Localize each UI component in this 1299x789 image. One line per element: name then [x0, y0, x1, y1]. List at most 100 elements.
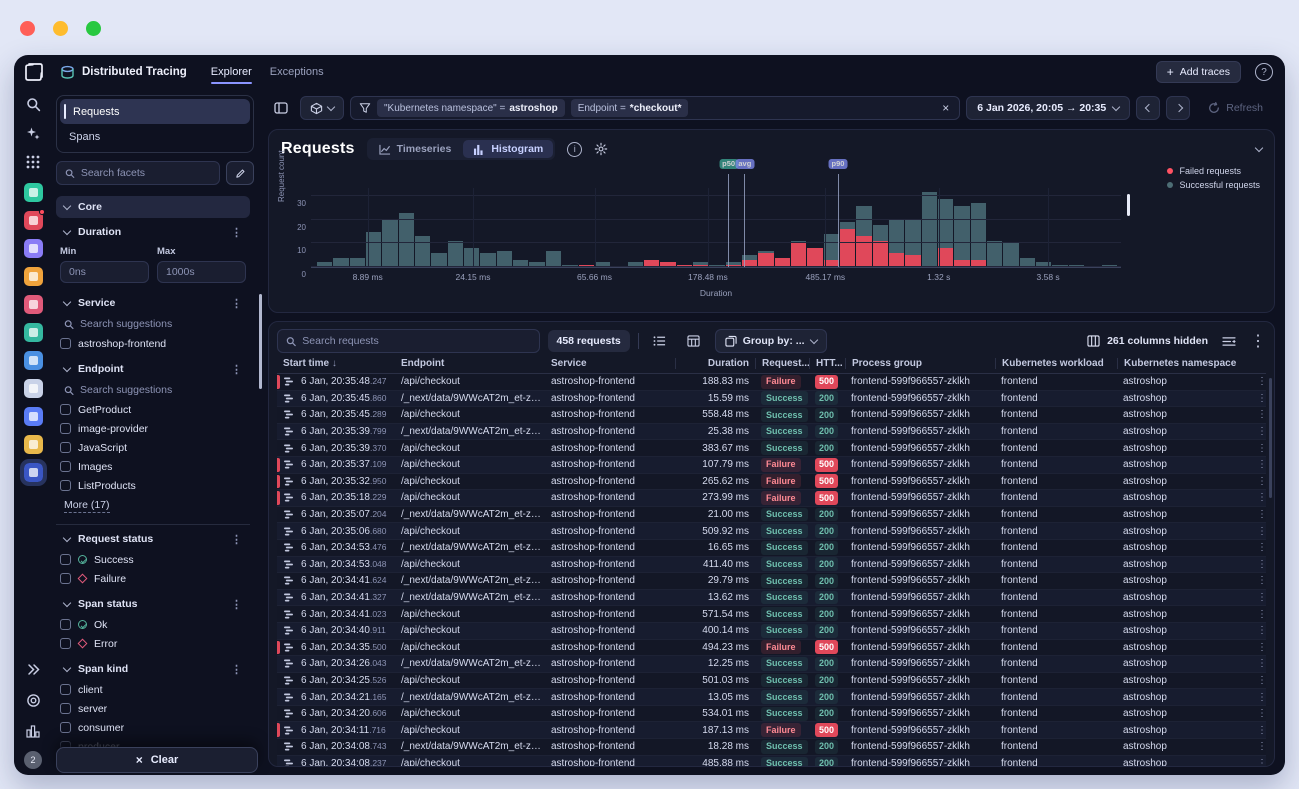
histogram-bar[interactable] — [448, 241, 463, 267]
row-menu-icon[interactable]: ⋮ — [1257, 658, 1266, 669]
table-row[interactable]: 6 Jan, 20:34:20.606/api/checkoutastrosho… — [277, 706, 1266, 723]
row-menu-icon[interactable]: ⋮ — [1257, 741, 1266, 752]
histogram-bar[interactable] — [480, 253, 495, 267]
help-icon[interactable]: ? — [1255, 63, 1273, 81]
percentile-marker-p50[interactable]: p50 — [728, 174, 729, 267]
table-row[interactable]: 6 Jan, 20:34:41.327/_next/data/9WWcAT2m_… — [277, 590, 1266, 607]
facet-section-core[interactable]: Core — [56, 196, 250, 218]
close-window-button[interactable] — [20, 21, 35, 36]
row-menu-icon[interactable]: ⋮ — [1257, 426, 1266, 437]
duration-max-input[interactable]: 1000s — [157, 261, 246, 283]
facet-section-endpoint[interactable]: Endpoint⋮ — [56, 358, 250, 380]
section-menu-icon[interactable]: ⋮ — [231, 598, 242, 611]
ai-sparkle-icon[interactable] — [22, 122, 44, 144]
entity-scope-dropdown[interactable] — [300, 96, 344, 120]
toggle-sidebar-icon[interactable] — [268, 96, 294, 120]
app-icon-kubernetes[interactable] — [24, 323, 43, 342]
tab-explorer[interactable]: Explorer — [211, 55, 252, 89]
support-icon[interactable] — [22, 689, 44, 711]
section-menu-icon[interactable]: ⋮ — [231, 297, 242, 310]
app-icon-blue-cube[interactable] — [24, 407, 43, 426]
maximize-window-button[interactable] — [86, 21, 101, 36]
row-menu-icon[interactable]: ⋮ — [1257, 559, 1266, 570]
endpoint-option-listproducts[interactable]: ListProducts — [60, 476, 246, 495]
row-menu-icon[interactable]: ⋮ — [1257, 575, 1266, 586]
percentile-marker-avg[interactable]: avg — [744, 174, 745, 267]
histogram-bar[interactable] — [497, 251, 512, 267]
histogram-bar[interactable] — [415, 236, 430, 267]
app-icon-pink[interactable] — [24, 295, 43, 314]
table-row[interactable]: 6 Jan, 20:34:21.165/_next/data/9WWcAT2m_… — [277, 689, 1266, 706]
table-search-field[interactable] — [302, 335, 530, 347]
endpoint-option-javascript[interactable]: JavaScript — [60, 438, 246, 457]
tab-histogram[interactable]: Histogram — [463, 140, 553, 158]
timeframe-selector[interactable]: 6 Jan 2026, 20:05 → 20:35 — [966, 96, 1130, 120]
row-density-icon[interactable] — [1216, 329, 1242, 353]
expand-rail-icon[interactable] — [22, 658, 44, 680]
more-endpoints-link[interactable]: More (17) — [64, 499, 110, 513]
histogram-bar[interactable] — [840, 222, 855, 267]
facet-search-field[interactable] — [81, 167, 211, 179]
histogram-bar[interactable] — [431, 253, 446, 267]
search-icon[interactable] — [22, 93, 44, 115]
table-row[interactable]: 6 Jan, 20:35:39.799/_next/data/9WWcAT2m_… — [277, 424, 1266, 441]
table-scrollbar[interactable] — [1269, 378, 1272, 498]
endpoint-option-images[interactable]: Images — [60, 457, 246, 476]
checkbox[interactable] — [60, 619, 71, 630]
info-icon[interactable]: i — [567, 142, 582, 157]
table-view-icon[interactable] — [681, 329, 707, 353]
facet-search-input[interactable] — [56, 161, 220, 185]
request-status-option-success[interactable]: Success — [60, 550, 246, 569]
column-header-kubernetes-namespace[interactable]: Kubernetes namespace — [1117, 358, 1257, 369]
facet-section-duration[interactable]: Duration⋮ — [56, 221, 250, 243]
list-view-icon[interactable] — [647, 329, 673, 353]
table-row[interactable]: 6 Jan, 20:35:07.204/_next/data/9WWcAT2m_… — [277, 507, 1266, 524]
endpoint-option-getproduct[interactable]: GetProduct — [60, 400, 246, 419]
table-row[interactable]: 6 Jan, 20:35:18.229/api/checkoutastrosho… — [277, 490, 1266, 507]
table-row[interactable]: 6 Jan, 20:34:11.716/api/checkoutastrosho… — [277, 722, 1266, 739]
histogram-bar[interactable] — [464, 248, 479, 267]
app-icon-blue-circle[interactable] — [24, 351, 43, 370]
service-suggestions-field[interactable] — [80, 318, 242, 330]
table-row[interactable]: 6 Jan, 20:35:45.860/_next/data/9WWcAT2m_… — [277, 391, 1266, 408]
table-row[interactable]: 6 Jan, 20:34:35.500/api/checkoutastrosho… — [277, 640, 1266, 657]
row-menu-icon[interactable]: ⋮ — [1257, 675, 1266, 686]
table-row[interactable]: 6 Jan, 20:35:45.289/api/checkoutastrosho… — [277, 407, 1266, 424]
table-row[interactable]: 6 Jan, 20:34:41.624/_next/data/9WWcAT2m_… — [277, 573, 1266, 590]
histogram-bar[interactable] — [971, 203, 986, 267]
checkbox[interactable] — [60, 461, 71, 472]
facet-section-service[interactable]: Service⋮ — [56, 292, 250, 314]
columns-hidden-button[interactable]: 261 columns hidden — [1087, 335, 1208, 347]
group-by-dropdown[interactable]: Group by: ... — [715, 329, 827, 353]
leaderboard-icon[interactable] — [22, 720, 44, 742]
edit-facets-button[interactable] — [226, 161, 254, 185]
table-row[interactable]: 6 Jan, 20:34:26.043/_next/data/9WWcAT2m_… — [277, 656, 1266, 673]
checkbox[interactable] — [60, 480, 71, 491]
histogram-bar[interactable] — [987, 241, 1002, 267]
app-icon-purple[interactable] — [24, 239, 43, 258]
histogram-bar[interactable] — [546, 251, 561, 267]
row-menu-icon[interactable]: ⋮ — [1257, 708, 1266, 719]
section-menu-icon[interactable]: ⋮ — [231, 663, 242, 676]
service-option-astroshop-frontend[interactable]: astroshop-frontend — [60, 334, 246, 353]
histogram-bar[interactable] — [807, 248, 822, 267]
histogram-bar[interactable] — [791, 241, 806, 267]
collapse-panel-icon[interactable] — [1255, 143, 1263, 151]
table-row[interactable]: 6 Jan, 20:34:25.526/api/checkoutastrosho… — [277, 673, 1266, 690]
facet-section-span-status[interactable]: Span status⋮ — [56, 593, 250, 615]
endpoint-option-image-provider[interactable]: image-provider — [60, 419, 246, 438]
table-row[interactable]: 6 Jan, 20:35:37.109/api/checkoutastrosho… — [277, 457, 1266, 474]
row-menu-icon[interactable]: ⋮ — [1257, 476, 1266, 487]
histogram-bar[interactable] — [905, 220, 920, 267]
table-row[interactable]: 6 Jan, 20:35:32.950/api/checkoutastrosho… — [277, 474, 1266, 491]
sidebar-item-spans[interactable]: Spans — [60, 124, 250, 149]
timeframe-prev-button[interactable] — [1136, 96, 1160, 120]
checkbox[interactable] — [60, 442, 71, 453]
endpoint-suggestions-field[interactable] — [80, 384, 242, 396]
sort-descending-icon[interactable]: ↓ — [329, 358, 337, 369]
row-menu-icon[interactable]: ⋮ — [1257, 642, 1266, 653]
table-row[interactable]: 6 Jan, 20:34:40.911/api/checkoutastrosho… — [277, 623, 1266, 640]
table-search-input[interactable] — [277, 329, 540, 353]
table-row[interactable]: 6 Jan, 20:35:06.680/api/checkoutastrosho… — [277, 523, 1266, 540]
facet-section-request-status[interactable]: Request status⋮ — [56, 528, 250, 550]
